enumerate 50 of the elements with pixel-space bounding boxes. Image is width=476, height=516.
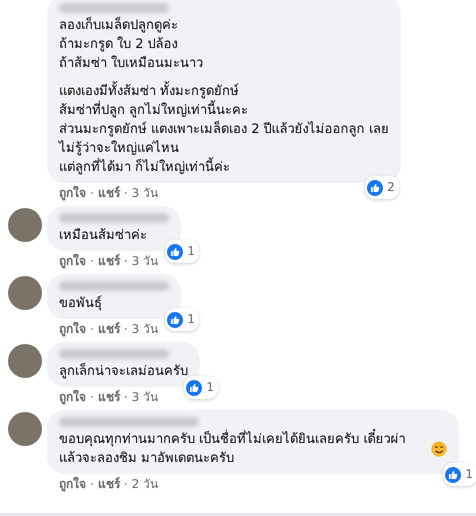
comment-text: ถ้ามะกรูด ใบ 2 ปล้อง — [59, 36, 179, 54]
separator-dot: · — [124, 476, 128, 492]
share-link[interactable]: แชร์ — [98, 476, 120, 492]
timestamp[interactable]: 3 วัน — [132, 389, 158, 405]
thumbs-up-icon — [445, 466, 462, 482]
timestamp[interactable]: 3 วัน — [132, 253, 158, 269]
timestamp[interactable]: 3 วัน — [132, 185, 158, 201]
separator-dot: · — [90, 185, 94, 201]
share-link[interactable]: แชร์ — [98, 253, 120, 269]
like-link[interactable]: ถูกใจ — [59, 185, 86, 201]
comment-text: ส้มซ่าที่ปลูก ลูกไม่ใหญ่เท่านี้นะคะ — [59, 101, 389, 120]
avatar[interactable] — [8, 344, 42, 378]
separator-dot: · — [124, 185, 128, 201]
share-link[interactable]: แชร์ — [98, 185, 120, 201]
comment-text: ขอบคุณทุกท่านมากครับ เป็นชื่อที่ไม่เคยได้ยินเลยครับ เดี๋ยวผ่าแล้วจะลองชิม มาอัพเดตนะครับ — [59, 430, 426, 468]
share-link[interactable]: แชร์ — [98, 389, 120, 405]
like-link[interactable]: ถูกใจ — [59, 476, 86, 492]
reaction-count[interactable]: 1 — [443, 463, 476, 486]
comment-text: แต่ลูกที่ได้มา ก็ไม่ใหญ่เท่านี้ค่ะ — [59, 158, 389, 177]
avatar[interactable] — [8, 276, 42, 310]
separator-dot: · — [90, 321, 94, 337]
avatar[interactable] — [8, 412, 42, 446]
timestamp[interactable]: 3 วัน — [132, 321, 158, 337]
thumbs-up-icon — [167, 244, 184, 260]
comment-text: ลองเก็บเมล็ดปลูกดูค่ะ — [59, 16, 179, 35]
separator-dot: · — [90, 253, 94, 269]
avatar[interactable] — [8, 208, 42, 242]
comment-text: แตงเองมีทั้งส้มซ่า ทั้งมะกรูดยักษ์ — [59, 82, 389, 101]
reaction-count[interactable]: 1 — [165, 308, 199, 331]
thumbs-up-icon — [186, 380, 202, 396]
separator-dot: · — [124, 253, 128, 269]
separator-dot: · — [90, 476, 94, 492]
comment-text: ไม่รู้ว่าจะใหญ่แค่ไหน — [59, 139, 180, 157]
separator-dot: · — [124, 321, 128, 337]
like-link[interactable]: ถูกใจ — [59, 321, 86, 337]
reaction-count[interactable]: 1 — [165, 240, 199, 263]
like-link[interactable]: ถูกใจ — [59, 253, 86, 269]
comment-text: ถ้าส้มซ่า ใบเหมือนมะนาว — [59, 54, 204, 73]
comment-text: เหมือนส้มซ่าค่ะ — [59, 227, 148, 245]
thumbs-up-icon — [167, 312, 184, 328]
like-link[interactable]: ถูกใจ — [59, 389, 86, 405]
reaction-count[interactable]: 1 — [184, 376, 218, 399]
reaction-count[interactable]: 2 — [365, 176, 399, 199]
timestamp[interactable]: 2 วัน — [132, 476, 158, 492]
separator-dot: · — [90, 389, 94, 405]
comment-text: ขอพันธุ์ — [59, 294, 103, 313]
separator-dot: · — [124, 389, 128, 405]
thumbs-up-icon — [367, 180, 384, 196]
share-link[interactable]: แชร์ — [98, 321, 120, 337]
comment-text: ส่วนมะกรูดยักษ์ แตงเพาะเมล็ดเอง 2 ปีแล้วยังไม่ออกลูก เลย — [59, 120, 389, 139]
